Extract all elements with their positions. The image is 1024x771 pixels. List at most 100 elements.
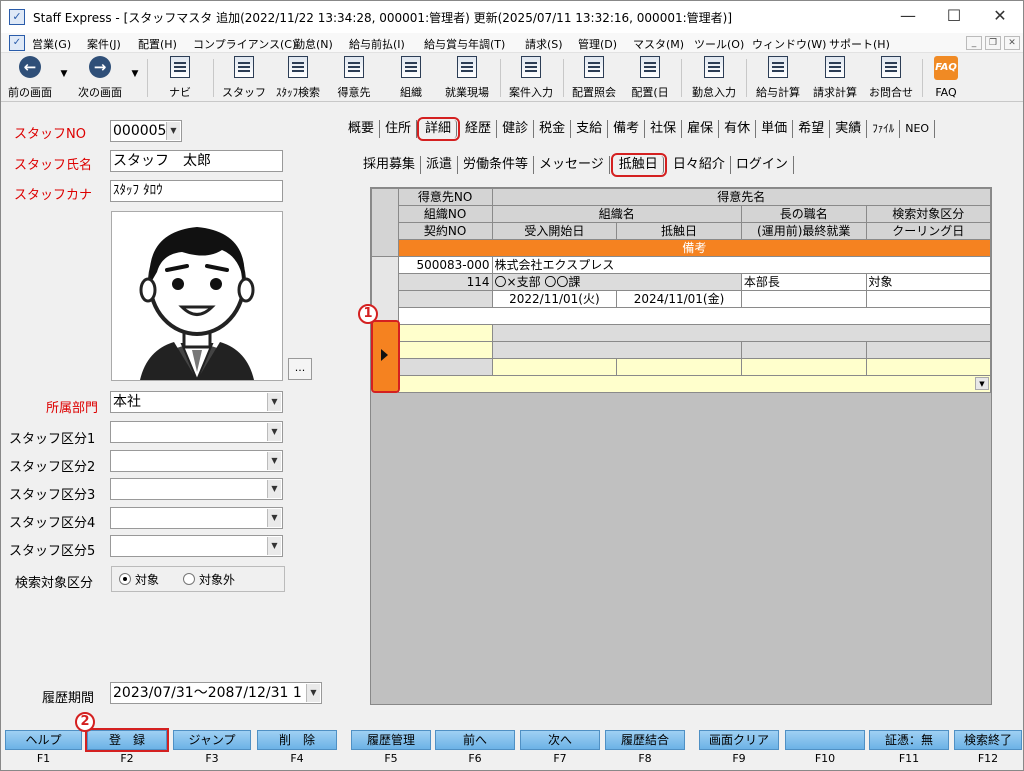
dept-select[interactable]: 本社 ▼	[110, 391, 283, 413]
tab-health[interactable]: 健診	[497, 120, 535, 138]
staff-cat3-select[interactable]: ▼	[110, 478, 283, 500]
billing-calc-button[interactable]: 請求計算	[807, 56, 863, 100]
menu-advance-pay[interactable]: 給与前払(I)	[349, 36, 405, 52]
prev-dropdown-icon[interactable]: ▼	[58, 69, 70, 113]
tab-employment-insurance[interactable]: 雇保	[682, 120, 720, 138]
job-input-button[interactable]: 案件入力	[505, 56, 557, 100]
cell-cooling-date[interactable]	[865, 290, 992, 308]
tab-neo[interactable]: NEO	[900, 120, 936, 138]
tab-social-insurance[interactable]: 社保	[645, 120, 683, 138]
tab-remarks[interactable]: 備考	[608, 120, 646, 138]
fkey-f7-next[interactable]: 次へ	[520, 730, 600, 750]
document-icon[interactable]: ✓	[9, 35, 25, 51]
cell-last-work[interactable]	[740, 290, 867, 308]
menu-admin[interactable]: 管理(D)	[578, 36, 617, 52]
menu-compliance[interactable]: コンプライアンス(C)	[193, 36, 296, 52]
staff-cat4-select[interactable]: ▼	[110, 507, 283, 529]
cell-search-category[interactable]	[865, 341, 992, 359]
cell-conflict-date[interactable]	[616, 358, 742, 376]
tab-files[interactable]: ﾌｧｲﾙ	[867, 120, 901, 138]
menu-tools[interactable]: ツール(O)	[694, 36, 744, 52]
mdi-restore-button[interactable]: ❐	[985, 36, 1001, 50]
cell-client-no[interactable]: 500083-000	[397, 256, 493, 274]
prev-screen-button[interactable]: ← 前の画面	[4, 56, 56, 100]
tab-tax[interactable]: 税金	[534, 120, 572, 138]
staff-name-input[interactable]: スタッフ 太郎	[110, 150, 283, 172]
tab-details[interactable]: 詳細	[417, 117, 461, 141]
staff-search-button[interactable]: ｽﾀｯﾌ検索	[271, 56, 325, 100]
cell-client-name[interactable]	[491, 324, 992, 342]
tab-results[interactable]: 実績	[830, 120, 868, 138]
mdi-close-button[interactable]: ✕	[1004, 36, 1020, 50]
staff-cat5-select[interactable]: ▼	[110, 535, 283, 557]
tab-unit-price[interactable]: 単価	[756, 120, 794, 138]
fkey-f10[interactable]	[785, 730, 865, 750]
navi-button[interactable]: ナビ	[156, 56, 204, 100]
fkey-f3-jump[interactable]: ジャンプ	[173, 730, 251, 750]
cell-head-title[interactable]	[740, 341, 867, 359]
subtab-recruitment[interactable]: 採用募集	[358, 156, 422, 174]
tab-payment[interactable]: 支給	[571, 120, 609, 138]
fkey-f8-merge[interactable]: 履歴結合	[605, 730, 685, 750]
org-button[interactable]: 組織	[388, 56, 434, 100]
current-row-indicator[interactable]	[371, 320, 400, 393]
table-row[interactable]	[372, 358, 992, 376]
subtab-labor-conditions[interactable]: 労働条件等	[458, 156, 535, 174]
close-button[interactable]: ✕	[977, 1, 1023, 33]
menu-sales[interactable]: 営業(G)	[32, 36, 71, 52]
tab-wishes[interactable]: 希望	[793, 120, 831, 138]
table-row[interactable]	[371, 324, 992, 393]
staff-cat1-select[interactable]: ▼	[110, 421, 283, 443]
next-screen-button[interactable]: → 次の画面	[74, 56, 126, 100]
maximize-button[interactable]: ☐	[931, 1, 977, 33]
menu-jobs[interactable]: 案件(J)	[87, 36, 121, 52]
fkey-f4-delete[interactable]: 削 除	[257, 730, 337, 750]
salary-calc-button[interactable]: 給与計算	[750, 56, 806, 100]
cell-contract-no[interactable]	[397, 290, 493, 308]
menu-window[interactable]: ウィンドウ(W)	[752, 36, 826, 52]
cell-client-name[interactable]: 株式会社エクスプレス	[491, 256, 992, 274]
faq-button[interactable]: FAQ FAQ	[927, 56, 965, 100]
table-row[interactable]: 500083-000 株式会社エクスプレス	[371, 256, 992, 325]
menu-assign[interactable]: 配置(H)	[138, 36, 177, 52]
menu-master[interactable]: マスタ(M)	[633, 36, 684, 52]
assign-inquiry-button[interactable]: 配置照会	[567, 56, 621, 100]
fkey-f11-voucher[interactable]: 証憑：無	[869, 730, 949, 750]
attendance-button[interactable]: 勤怠入力	[687, 56, 741, 100]
chevron-down-icon[interactable]: ▼	[975, 377, 989, 390]
table-row[interactable]	[371, 307, 992, 325]
cell-last-work[interactable]	[740, 358, 867, 376]
table-row[interactable]: 2022/11/01(火) 2024/11/01(金)	[371, 290, 992, 308]
cell-contract-no[interactable]	[397, 358, 493, 376]
tab-overview[interactable]: 概要	[343, 120, 381, 138]
cell-search-category[interactable]: 対象	[865, 273, 992, 291]
cell-remarks[interactable]: ▼	[397, 375, 992, 393]
cell-org-no[interactable]: 114	[397, 273, 493, 291]
fkey-f5-history[interactable]: 履歴管理	[351, 730, 431, 750]
fkey-f1-help[interactable]: ヘルプ	[5, 730, 82, 750]
cell-accept-start[interactable]: 2022/11/01(火)	[491, 290, 618, 308]
table-row[interactable]: ▼	[372, 375, 992, 393]
menu-payroll[interactable]: 給与賞与年調(T)	[424, 36, 505, 52]
tab-career[interactable]: 経歴	[460, 120, 498, 138]
staff-no-select[interactable]: 000005 ▼	[110, 120, 182, 142]
cell-head-title[interactable]: 本部長	[740, 273, 867, 291]
subtab-dispatch[interactable]: 派遣	[421, 156, 459, 174]
menu-billing[interactable]: 請求(S)	[525, 36, 563, 52]
worksite-button[interactable]: 就業現場	[441, 56, 493, 100]
staff-button[interactable]: スタッフ	[221, 56, 267, 100]
table-row[interactable]	[372, 341, 992, 359]
cell-accept-start[interactable]	[491, 358, 618, 376]
cell-org-no[interactable]	[397, 341, 493, 359]
cell-remarks[interactable]	[397, 307, 992, 325]
subtab-message[interactable]: メッセージ	[534, 156, 610, 174]
tab-paid-leave[interactable]: 有休	[719, 120, 757, 138]
menu-attendance[interactable]: 勤怠(N)	[294, 36, 333, 52]
client-button[interactable]: 得意先	[331, 56, 377, 100]
next-dropdown-icon[interactable]: ▼	[129, 69, 141, 113]
assign-button[interactable]: 配置(日	[625, 56, 675, 100]
cell-cooling-date[interactable]	[865, 358, 992, 376]
cell-org-name[interactable]: 〇×支部 〇〇課	[491, 273, 742, 291]
staff-cat2-select[interactable]: ▼	[110, 450, 283, 472]
cell-conflict-date[interactable]: 2024/11/01(金)	[616, 290, 742, 308]
